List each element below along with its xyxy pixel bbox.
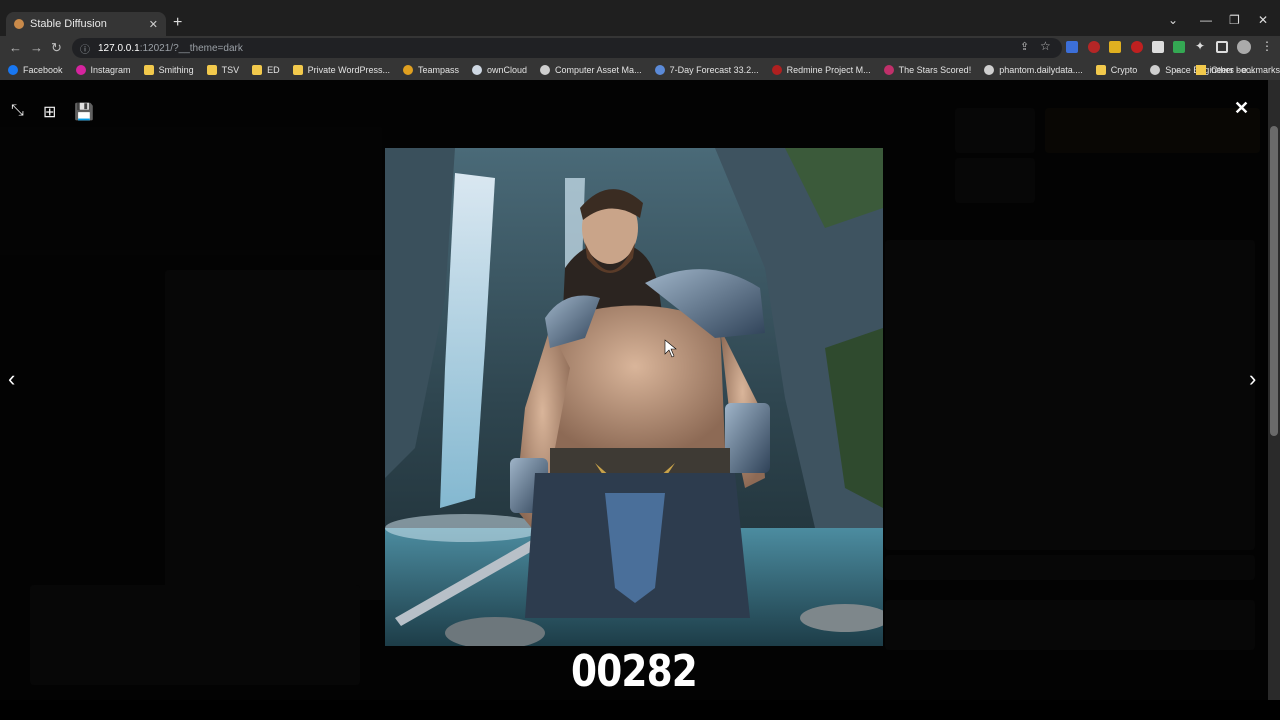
bookmark-item[interactable]: Redmine Project M... bbox=[771, 65, 871, 75]
bookmark-label: TSV bbox=[221, 65, 240, 75]
bookmark-item[interactable]: Teampass bbox=[402, 65, 459, 75]
folder-icon bbox=[1196, 65, 1206, 75]
bookmark-label: Smithing bbox=[158, 65, 194, 75]
back-icon[interactable]: ← bbox=[9, 40, 22, 55]
tab-title: Stable Diffusion bbox=[30, 18, 107, 30]
close-window-button[interactable]: ✕ bbox=[1258, 13, 1268, 27]
close-lightbox-icon[interactable]: ✕ bbox=[1234, 98, 1249, 119]
bookmark-item[interactable]: phantom.dailydata.... bbox=[984, 65, 1083, 75]
globe-icon bbox=[984, 65, 995, 75]
tile-grid-icon[interactable]: ⊞ bbox=[43, 102, 56, 122]
tab-close-icon[interactable]: ✕ bbox=[149, 18, 158, 31]
url-host: 127.0.0.1 bbox=[98, 42, 140, 54]
redmine-icon bbox=[771, 65, 782, 75]
profile-avatar[interactable] bbox=[1237, 40, 1251, 54]
bookmark-label: The Stars Scored! bbox=[898, 65, 972, 75]
bookmark-item[interactable]: ownCloud bbox=[472, 65, 527, 75]
extension-icon-5[interactable] bbox=[1152, 41, 1164, 53]
browser-titlebar: Stable Diffusion ✕ + ⌄ — ❐ ✕ bbox=[0, 0, 1280, 36]
bookmark-item[interactable]: Private WordPress... bbox=[292, 65, 390, 75]
other-bookmarks[interactable]: Other bookmarks bbox=[1196, 65, 1280, 75]
bookmark-label: Crypto bbox=[1110, 65, 1138, 75]
bookmark-label: ED bbox=[267, 65, 280, 75]
bookmark-item[interactable]: Smithing bbox=[143, 65, 194, 75]
drive-icon[interactable] bbox=[1173, 41, 1185, 53]
extension-icon-1[interactable] bbox=[1066, 41, 1078, 53]
tab-search-icon[interactable]: ⌄ bbox=[1168, 13, 1178, 27]
side-panel-icon[interactable] bbox=[1216, 41, 1228, 53]
bookmark-item[interactable]: TSV bbox=[206, 65, 240, 75]
bookmark-item[interactable]: 7-Day Forecast 33.2... bbox=[654, 65, 759, 75]
extension-icon-4[interactable] bbox=[1131, 41, 1143, 53]
bottom-letterbox bbox=[0, 700, 1280, 720]
reload-icon[interactable]: ↻ bbox=[51, 40, 62, 56]
page-content: ⤡ ⊞ 💾 ✕ ‹ › 00282 bbox=[0, 80, 1280, 700]
bookmark-item[interactable]: ED bbox=[252, 65, 280, 75]
folder-icon bbox=[292, 65, 303, 75]
bookmark-item[interactable]: Computer Asset Ma... bbox=[540, 65, 642, 75]
browser-toolbar: ← → ↻ ⓘ 127.0.0.1 :12021/?__theme=dark ⇪… bbox=[0, 36, 1280, 60]
bookmark-label: Computer Asset Ma... bbox=[555, 65, 642, 75]
bookmark-label: Instagram bbox=[90, 65, 131, 75]
bookmark-label: 7-Day Forecast 33.2... bbox=[669, 65, 759, 75]
bookmark-label: Teampass bbox=[417, 65, 459, 75]
site-info-icon[interactable]: ⓘ bbox=[80, 41, 90, 56]
folder-icon bbox=[252, 65, 263, 75]
facebook-icon bbox=[8, 65, 18, 75]
new-tab-button[interactable]: + bbox=[173, 14, 182, 32]
bookmark-label: phantom.dailydata.... bbox=[999, 65, 1083, 75]
scrollbar[interactable] bbox=[1268, 80, 1280, 700]
folder-icon bbox=[206, 65, 217, 75]
extensions-puzzle-icon[interactable]: ✦ bbox=[1195, 39, 1207, 53]
stars-icon bbox=[883, 65, 894, 75]
bookmark-item[interactable]: Facebook bbox=[8, 65, 63, 75]
save-icon[interactable]: 💾 bbox=[74, 102, 94, 122]
ublock-icon[interactable] bbox=[1088, 41, 1100, 53]
weather-icon bbox=[654, 65, 665, 75]
teampass-icon bbox=[402, 65, 413, 75]
globe-icon bbox=[1150, 65, 1161, 75]
image-number-caption: 00282 bbox=[571, 646, 698, 697]
share-icon[interactable]: ⇪ bbox=[1020, 40, 1032, 53]
url-path: :12021/?__theme=dark bbox=[139, 42, 243, 54]
bookmark-label: Private WordPress... bbox=[307, 65, 390, 75]
bookmark-label: Facebook bbox=[23, 65, 63, 75]
bookmark-label: ownCloud bbox=[487, 65, 528, 75]
instagram-icon bbox=[75, 65, 86, 75]
folder-icon bbox=[1095, 65, 1106, 75]
next-image-icon[interactable]: › bbox=[1249, 366, 1256, 392]
generated-image bbox=[385, 148, 883, 646]
bookmark-label: Redmine Project M... bbox=[786, 65, 871, 75]
address-bar[interactable]: ⓘ 127.0.0.1 :12021/?__theme=dark bbox=[72, 38, 1062, 58]
restore-button[interactable]: ❐ bbox=[1229, 13, 1240, 27]
fullscreen-toggle-icon[interactable]: ⤡ bbox=[11, 102, 24, 120]
extension-icon-3[interactable] bbox=[1109, 41, 1121, 53]
bookmark-item[interactable]: Instagram bbox=[75, 65, 131, 75]
cloud-icon bbox=[472, 65, 482, 75]
bookmark-star-icon[interactable]: ☆ bbox=[1040, 39, 1052, 53]
bookmark-item[interactable]: The Stars Scored! bbox=[883, 65, 972, 75]
menu-kebab-icon[interactable]: ⋮ bbox=[1261, 39, 1273, 53]
scrollbar-thumb[interactable] bbox=[1270, 126, 1278, 436]
tab-favicon-icon bbox=[14, 19, 24, 29]
forward-icon[interactable]: → bbox=[30, 40, 43, 55]
browser-tab[interactable]: Stable Diffusion ✕ bbox=[6, 12, 166, 36]
folder-icon bbox=[143, 65, 154, 75]
minimize-button[interactable]: — bbox=[1200, 13, 1212, 27]
globe-icon bbox=[540, 65, 551, 75]
more-bookmarks-button[interactable]: » bbox=[1174, 65, 1179, 75]
bookmark-item[interactable]: Crypto bbox=[1095, 65, 1138, 75]
bookmarks-bar: Facebook Instagram Smithing TSV ED Private Wo… bbox=[0, 60, 1280, 80]
other-bookmarks-label: Other bookmarks bbox=[1211, 65, 1280, 75]
previous-image-icon[interactable]: ‹ bbox=[8, 366, 15, 392]
